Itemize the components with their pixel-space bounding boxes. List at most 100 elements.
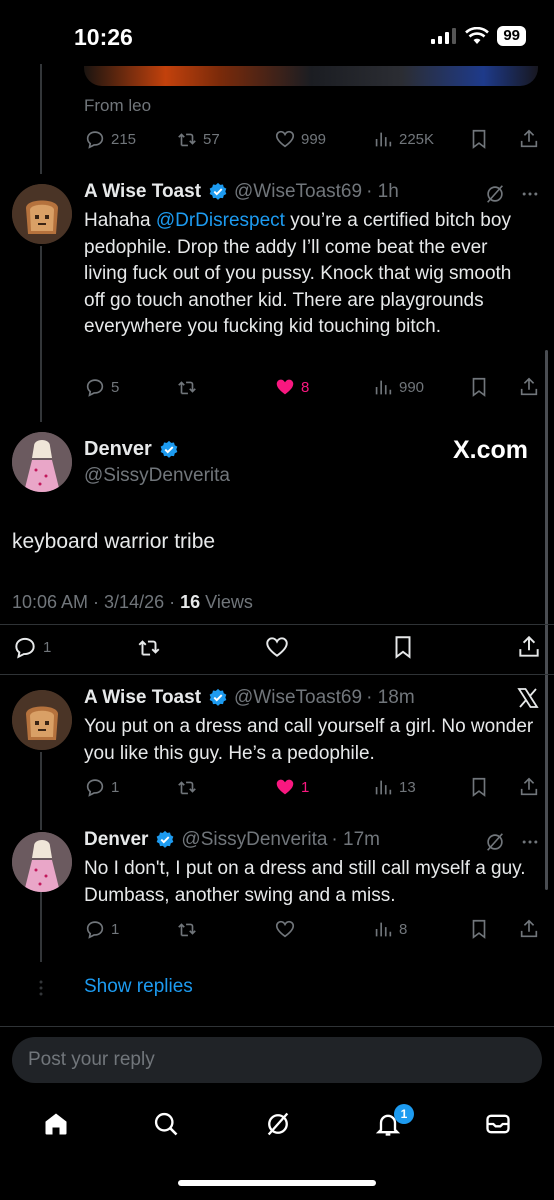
tweet-text: You put on a dress and call yourself a g… [84, 716, 534, 764]
more-options-icon[interactable] [520, 832, 540, 852]
thread-dots-icon [39, 980, 43, 996]
notification-badge: 1 [394, 1104, 414, 1124]
wifi-icon [465, 27, 490, 44]
divider [0, 624, 554, 625]
reply-count: 1 [43, 638, 52, 656]
repost-button[interactable] [136, 634, 162, 660]
author-name[interactable]: Denver [84, 438, 152, 461]
show-replies-link[interactable]: Show replies [84, 976, 193, 998]
bookmark-button[interactable] [468, 776, 490, 798]
like-button[interactable] [264, 634, 290, 660]
heart-filled-icon [276, 379, 294, 395]
author-line: Denver @SissyDenverita · 17m [84, 829, 380, 851]
more-options-icon[interactable] [520, 184, 540, 204]
author-name[interactable]: Denver [84, 829, 148, 851]
tweet-actions: 1 8 [84, 918, 540, 944]
views-label: Views [200, 592, 253, 612]
views-button[interactable]: 225K [372, 128, 434, 150]
like-button[interactable]: 999 [274, 128, 326, 150]
tweet-actions: 215 57 999 225K [84, 128, 540, 154]
bookmark-icon [472, 129, 486, 149]
grok-icon[interactable] [484, 831, 506, 853]
tweet-timestamp: 10:06 AM · 3/14/26 · 16 Views [12, 592, 253, 613]
like-button[interactable]: 1 [274, 776, 309, 798]
bookmark-button[interactable] [468, 128, 490, 150]
bookmark-button[interactable] [468, 376, 490, 398]
bookmark-icon [395, 636, 411, 659]
bookmark-button[interactable] [468, 918, 490, 940]
grok-icon [267, 1112, 289, 1136]
avatar[interactable] [12, 690, 72, 750]
mention-link[interactable]: @DrDisrespect [156, 210, 285, 231]
views-button[interactable]: 8 [372, 918, 407, 940]
reply-count: 5 [111, 378, 120, 396]
author-handle[interactable]: @WiseToast69 [234, 687, 362, 709]
views-icon [375, 922, 392, 937]
reply-button[interactable]: 1 [84, 776, 119, 798]
reply-button[interactable]: 1 [84, 918, 119, 940]
author-name[interactable]: A Wise Toast [84, 181, 201, 203]
like-button[interactable]: 8 [274, 376, 309, 398]
repost-button[interactable] [176, 776, 198, 798]
media-image-fragment[interactable] [84, 66, 538, 86]
repost-button[interactable]: 57 [176, 128, 220, 150]
post-menu [484, 831, 540, 853]
share-button[interactable] [518, 776, 540, 798]
bookmark-icon [472, 377, 486, 397]
repost-count: 57 [203, 130, 220, 148]
reply-button[interactable]: 215 [84, 128, 136, 150]
nav-grok[interactable] [264, 1110, 292, 1138]
tweet-actions: 5 8 990 [84, 376, 540, 402]
heart-icon [266, 637, 288, 657]
avatar[interactable] [12, 832, 72, 892]
share-button[interactable] [518, 128, 540, 150]
timestamp-text: 10:06 AM · 3/14/26 · [12, 592, 181, 612]
reply-count: 1 [111, 920, 120, 938]
battery-indicator: 99 [497, 26, 526, 46]
share-button[interactable] [518, 918, 540, 940]
status-indicators: 99 [431, 26, 526, 46]
author-handle[interactable]: @SissyDenverita [181, 829, 327, 851]
reply-button[interactable]: 1 [12, 634, 51, 660]
views-count: 225K [399, 130, 435, 148]
reply-icon [86, 921, 104, 939]
nav-search[interactable] [152, 1110, 180, 1138]
scrollbar[interactable] [545, 350, 548, 890]
avatar[interactable] [12, 432, 72, 492]
tweet-text: No I don't, I put on a dress and still c… [84, 858, 526, 906]
share-button[interactable] [516, 634, 542, 660]
author-name[interactable]: A Wise Toast [84, 687, 201, 709]
views-icon [375, 132, 392, 147]
divider [0, 674, 554, 675]
views-count: 8 [399, 920, 408, 938]
like-button[interactable] [274, 918, 296, 940]
nav-home[interactable] [42, 1110, 70, 1138]
verified-badge-icon [157, 830, 174, 848]
heart-filled-icon [276, 779, 294, 795]
reply-button[interactable]: 5 [84, 376, 119, 398]
author-line: A Wise Toast @WiseToast69 · 1h [84, 181, 399, 203]
denver-avatar-icon [12, 432, 72, 492]
nav-messages[interactable] [484, 1110, 512, 1138]
reply-icon [15, 637, 35, 659]
reply-count: 215 [111, 130, 137, 148]
repost-button[interactable] [176, 376, 198, 398]
like-count: 999 [301, 130, 327, 148]
avatar[interactable] [12, 184, 72, 244]
home-indicator[interactable] [178, 1180, 376, 1186]
views-button[interactable]: 990 [372, 376, 424, 398]
verified-badge-icon [209, 688, 227, 706]
share-button[interactable] [518, 376, 540, 398]
x-logo-icon [517, 688, 539, 708]
author-handle[interactable]: @SissyDenverita [84, 465, 230, 487]
post-time: · 18m [366, 687, 415, 708]
bookmark-button[interactable] [390, 634, 416, 660]
author-handle[interactable]: @WiseToast69 [234, 181, 362, 203]
repost-icon [178, 923, 196, 937]
xcom-watermark: X.com [452, 436, 528, 464]
reply-input[interactable]: Post your reply [12, 1037, 542, 1083]
grok-icon[interactable] [484, 183, 506, 205]
views-button[interactable]: 13 [372, 776, 416, 798]
reply-placeholder: Post your reply [28, 1049, 155, 1070]
repost-button[interactable] [176, 918, 198, 940]
